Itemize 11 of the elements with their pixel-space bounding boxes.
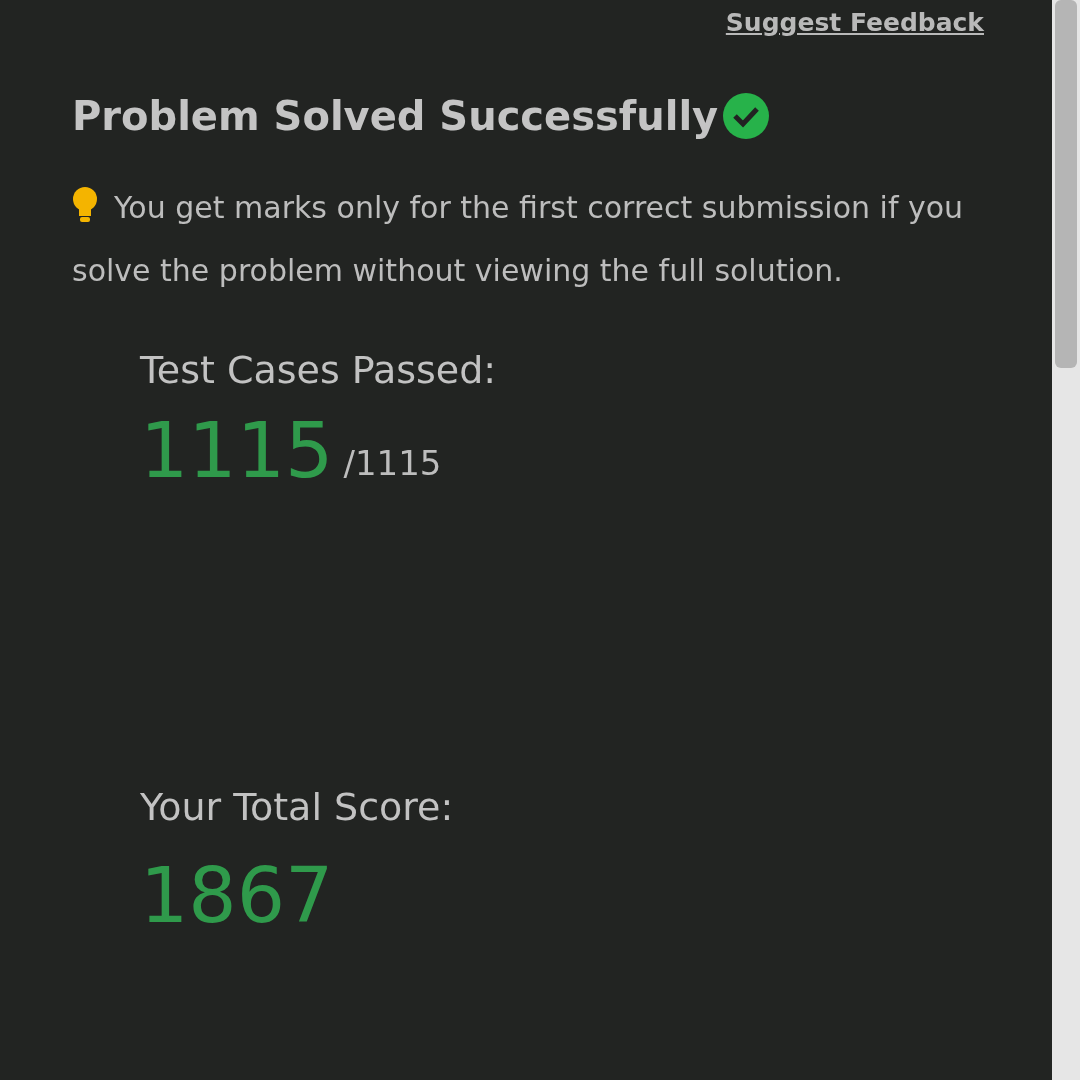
check-icon <box>722 92 771 140</box>
lightbulb-icon <box>72 186 98 224</box>
total-count: /1115 <box>343 442 442 485</box>
note-text: You get marks only for the first correct submission if you solve the problem without viewing the full solution. <box>72 176 992 302</box>
score-label: Your Total Score: <box>140 784 455 831</box>
page-title: Problem Solved Successfully <box>72 92 719 141</box>
scrollbar[interactable] <box>1052 0 1080 1080</box>
passed-count: 1115 <box>140 413 334 489</box>
suggest-feedback-link[interactable]: Suggest Feedback <box>725 4 984 44</box>
test-cases-label: Test Cases Passed: <box>140 347 498 394</box>
score-value: 1867 <box>140 858 335 934</box>
